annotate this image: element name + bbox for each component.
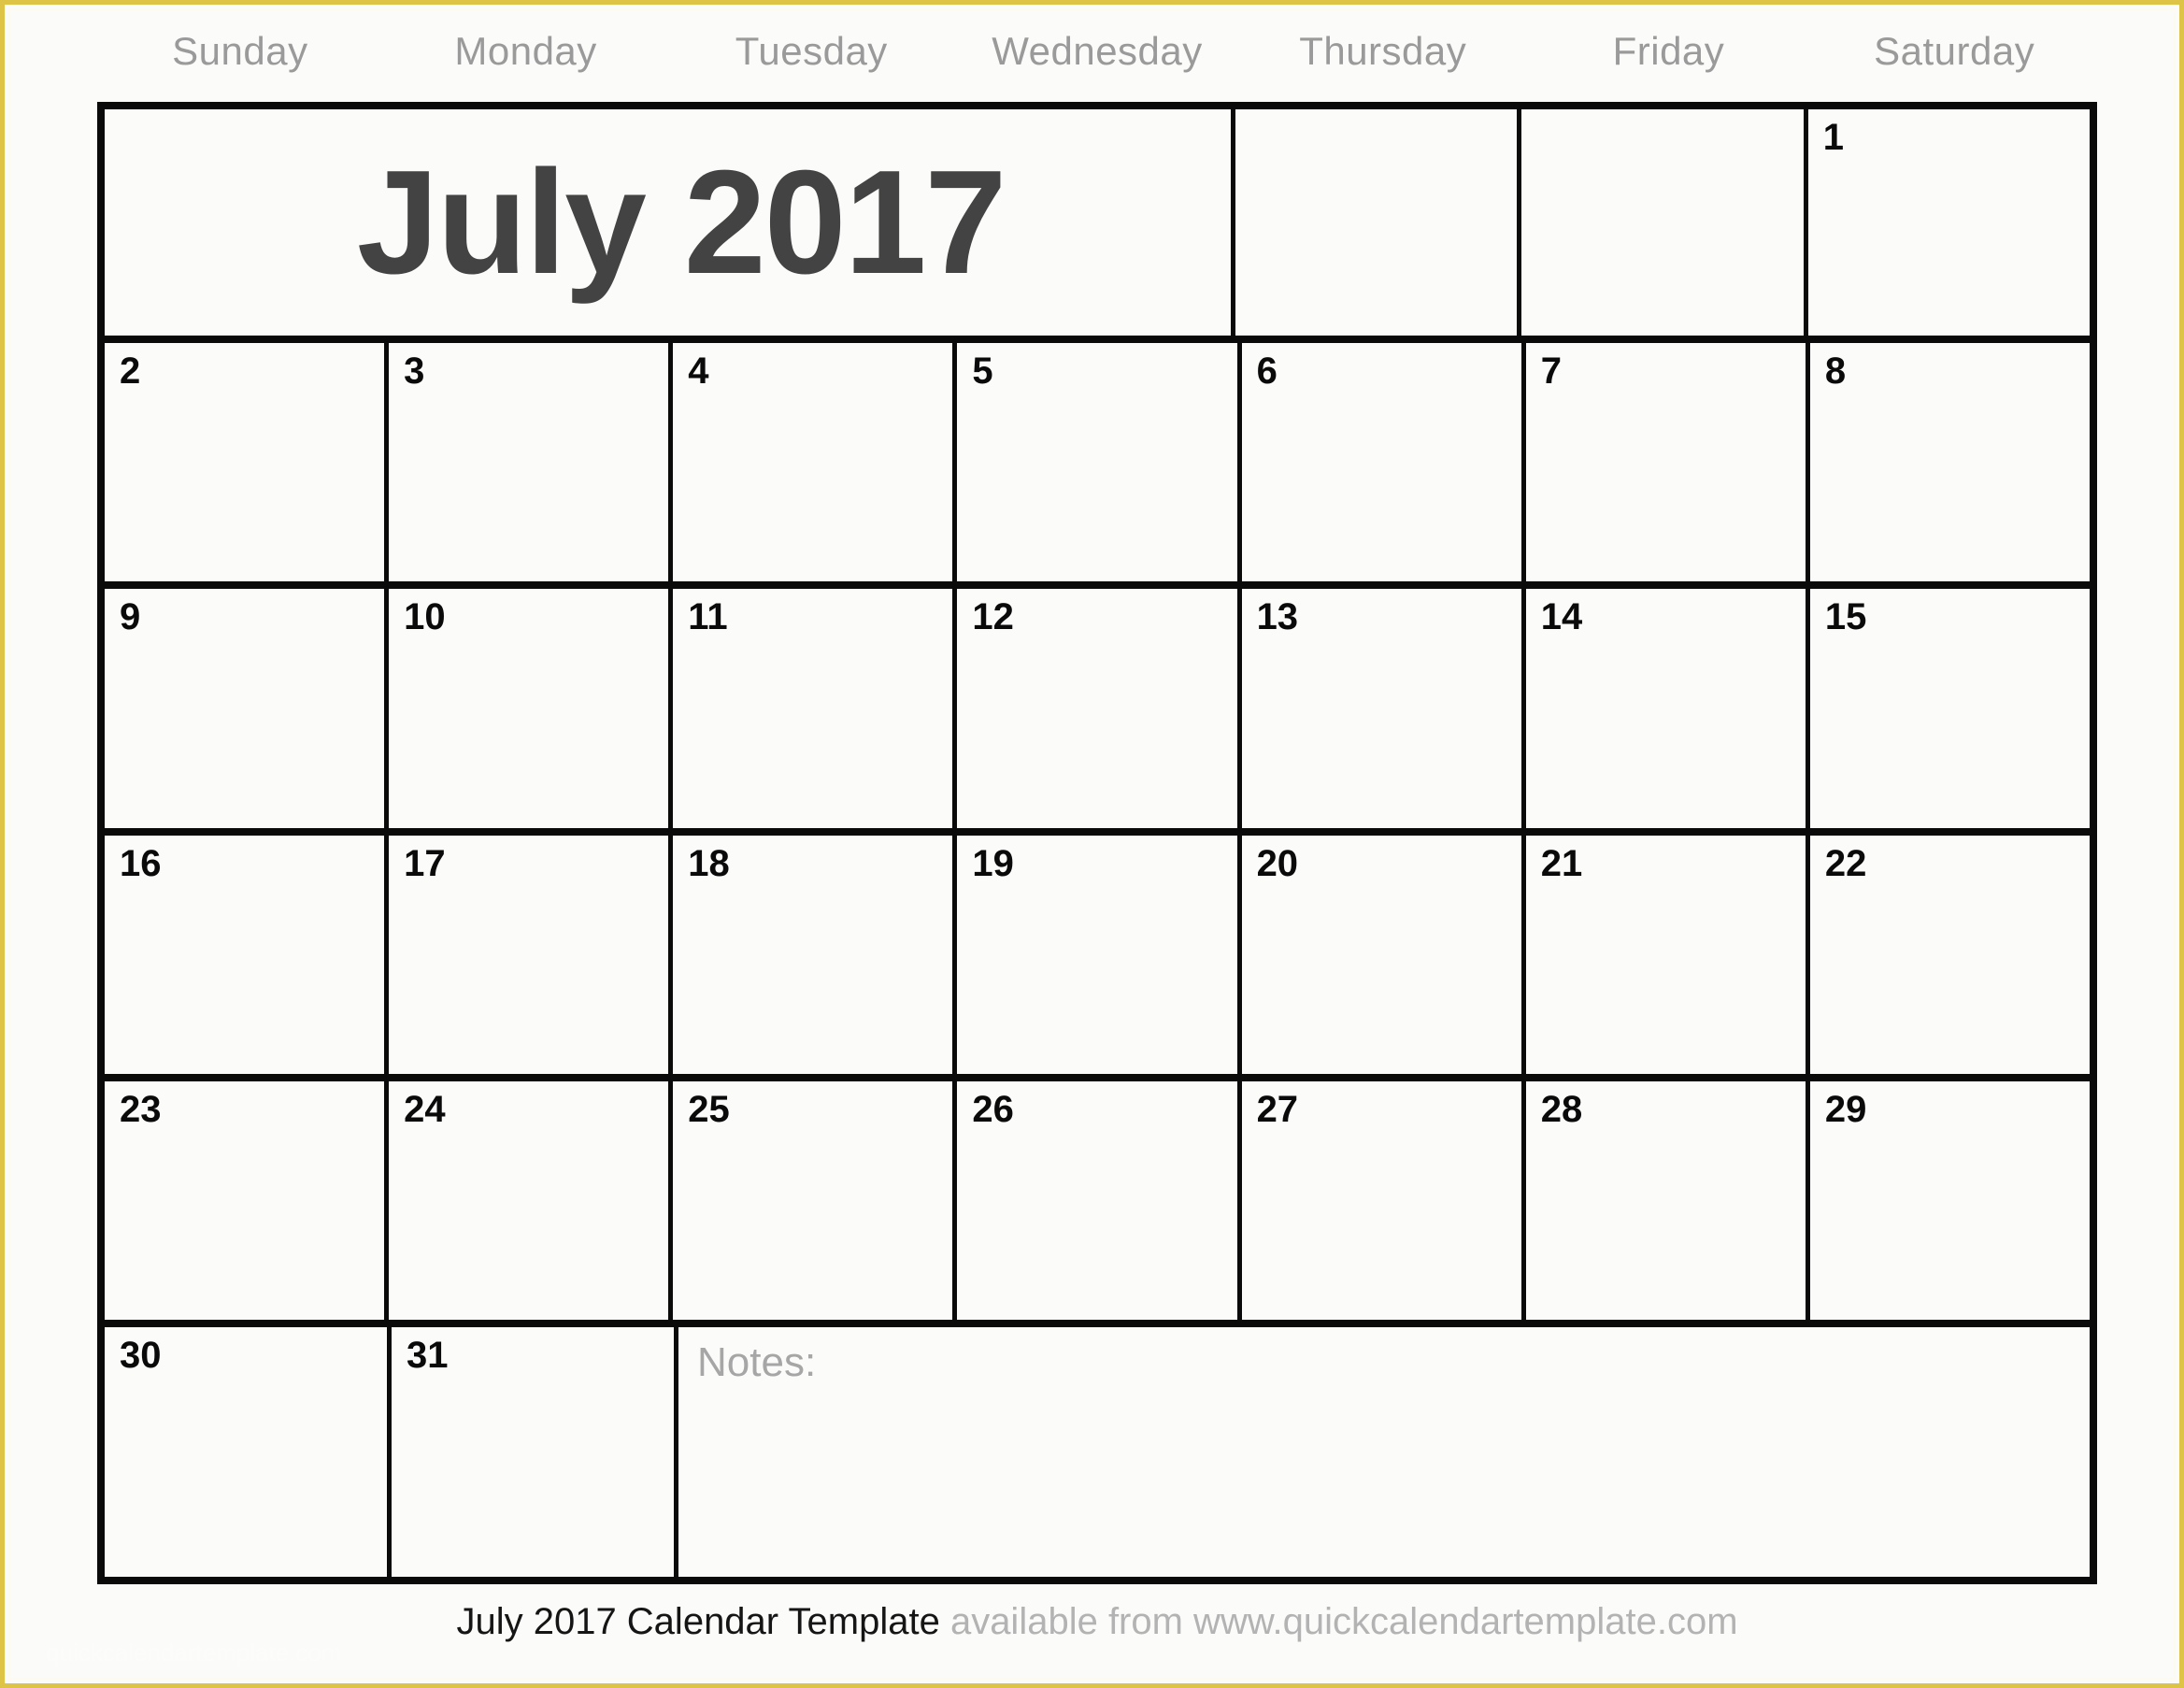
day-number: 6 xyxy=(1256,350,1278,393)
day-cell-18[interactable]: 18 xyxy=(673,835,958,1074)
weekday-header-tuesday: Tuesday xyxy=(735,29,888,73)
day-cell-27[interactable]: 27 xyxy=(1241,1080,1526,1320)
day-number: 30 xyxy=(120,1334,162,1376)
day-number: 3 xyxy=(404,350,425,393)
calendar-grid: July 2017 1 2 3 4 5 6 7 8 9 10 11 12 13 … xyxy=(97,102,2097,1584)
day-cell-21[interactable]: 21 xyxy=(1525,835,1810,1074)
day-number: 15 xyxy=(1824,596,1867,638)
day-cell-09[interactable]: 9 xyxy=(105,589,390,828)
day-cell-13[interactable]: 13 xyxy=(1241,589,1526,828)
day-cell-empty-friday[interactable] xyxy=(1521,109,1808,336)
calendar-page: Sunday Monday Tuesday Wednesday Thursday… xyxy=(0,0,2184,1688)
day-number: 29 xyxy=(1824,1088,1867,1130)
day-cell-06[interactable]: 6 xyxy=(1241,343,1526,582)
day-cell-14[interactable]: 14 xyxy=(1525,589,1810,828)
day-cell-02[interactable]: 2 xyxy=(105,343,390,582)
calendar-week-row-1: July 2017 1 xyxy=(105,109,2090,344)
watermark: quickcalendartemplate.com xyxy=(46,1638,342,1667)
weekday-header-row: Sunday Monday Tuesday Wednesday Thursday… xyxy=(97,25,2097,78)
day-cell-15[interactable]: 15 xyxy=(1809,589,2090,828)
day-cell-10[interactable]: 10 xyxy=(389,589,674,828)
day-cell-26[interactable]: 26 xyxy=(957,1080,1242,1320)
day-number: 25 xyxy=(688,1088,730,1130)
notes-cell[interactable]: Notes: xyxy=(678,1326,2090,1578)
day-cell-24[interactable]: 24 xyxy=(389,1080,674,1320)
day-number: 11 xyxy=(688,596,728,638)
day-number: 14 xyxy=(1540,596,1583,638)
day-number: 23 xyxy=(120,1088,162,1130)
page-sheet: Sunday Monday Tuesday Wednesday Thursday… xyxy=(8,8,2176,1680)
day-number: 2 xyxy=(120,350,141,393)
day-number: 9 xyxy=(120,596,141,638)
day-number: 31 xyxy=(407,1334,449,1376)
weekday-header-thursday: Thursday xyxy=(1299,29,1467,73)
day-cell-03[interactable]: 3 xyxy=(389,343,674,582)
calendar-week-row-6: 30 31 Notes: xyxy=(105,1326,2090,1578)
day-cell-11[interactable]: 11 xyxy=(673,589,958,828)
day-number: 24 xyxy=(404,1088,446,1130)
day-cell-01[interactable]: 1 xyxy=(1807,109,2090,336)
day-cell-23[interactable]: 23 xyxy=(105,1080,390,1320)
footer-source: available from www.quickcalendartemplate… xyxy=(939,1601,1738,1642)
day-number: 28 xyxy=(1540,1088,1583,1130)
day-cell-20[interactable]: 20 xyxy=(1241,835,1526,1074)
day-number: 17 xyxy=(404,842,446,884)
day-number: 1 xyxy=(1822,117,1844,158)
page-title: July 2017 xyxy=(356,140,1007,306)
day-number: 5 xyxy=(972,350,993,393)
day-number: 21 xyxy=(1540,842,1583,884)
calendar-week-row-3: 9 10 11 12 13 14 15 xyxy=(105,589,2090,836)
notes-label: Notes: xyxy=(697,1338,817,1385)
day-number: 20 xyxy=(1256,842,1299,884)
day-number: 16 xyxy=(120,842,162,884)
day-cell-31[interactable]: 31 xyxy=(392,1326,678,1578)
day-cell-30[interactable]: 30 xyxy=(105,1326,392,1578)
day-cell-04[interactable]: 4 xyxy=(673,343,958,582)
day-number: 19 xyxy=(972,842,1014,884)
day-number: 18 xyxy=(688,842,730,884)
day-cell-empty-thursday[interactable] xyxy=(1235,109,1522,336)
calendar-week-row-2: 2 3 4 5 6 7 8 xyxy=(105,343,2090,590)
calendar-week-row-5: 23 24 25 26 27 28 29 xyxy=(105,1080,2090,1327)
day-cell-22[interactable]: 22 xyxy=(1809,835,2090,1074)
day-number: 13 xyxy=(1256,596,1299,638)
day-cell-17[interactable]: 17 xyxy=(389,835,674,1074)
day-number: 22 xyxy=(1824,842,1867,884)
day-number: 12 xyxy=(972,596,1014,638)
day-cell-25[interactable]: 25 xyxy=(673,1080,958,1320)
weekday-header-sunday: Sunday xyxy=(172,29,308,73)
day-cell-07[interactable]: 7 xyxy=(1525,343,1810,582)
footer-title: July 2017 Calendar Template xyxy=(456,1601,940,1642)
footer-credit: July 2017 Calendar Template available fr… xyxy=(97,1603,2097,1640)
day-number: 4 xyxy=(688,350,709,393)
weekday-header-saturday: Saturday xyxy=(1874,29,2035,73)
day-cell-08[interactable]: 8 xyxy=(1809,343,2090,582)
weekday-header-wednesday: Wednesday xyxy=(992,29,1203,73)
day-number: 26 xyxy=(972,1088,1014,1130)
day-cell-19[interactable]: 19 xyxy=(957,835,1242,1074)
day-cell-29[interactable]: 29 xyxy=(1809,1080,2090,1320)
weekday-header-monday: Monday xyxy=(454,29,597,73)
day-cell-05[interactable]: 5 xyxy=(957,343,1242,582)
calendar-week-row-4: 16 17 18 19 20 21 22 xyxy=(105,835,2090,1081)
day-number: 8 xyxy=(1824,350,1847,393)
day-cell-28[interactable]: 28 xyxy=(1525,1080,1810,1320)
day-cell-16[interactable]: 16 xyxy=(105,835,390,1074)
month-title-cell: July 2017 xyxy=(105,109,1236,336)
day-number: 27 xyxy=(1256,1088,1299,1130)
day-cell-12[interactable]: 12 xyxy=(957,589,1242,828)
weekday-header-friday: Friday xyxy=(1612,29,1725,73)
day-number: 7 xyxy=(1540,350,1562,393)
day-number: 10 xyxy=(404,596,446,638)
